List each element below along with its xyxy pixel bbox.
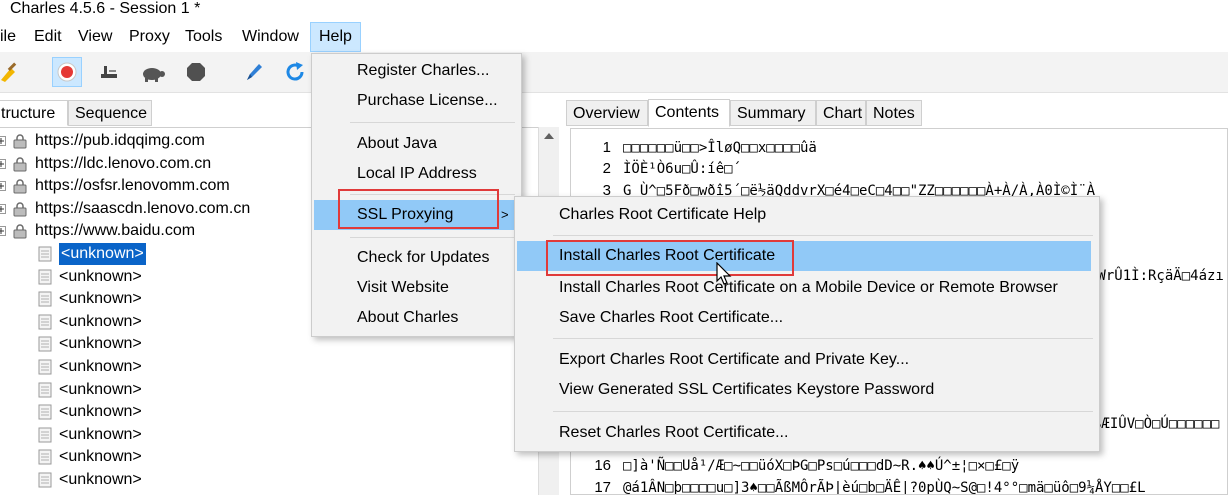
record-button[interactable] [52, 57, 82, 87]
document-icon [38, 427, 52, 443]
document-icon [38, 404, 52, 420]
ssl-proxying-submenu: Charles Root Certificate Help Install Ch… [514, 196, 1100, 452]
document-icon [38, 449, 52, 465]
menu-item-register[interactable]: Register Charles... [357, 56, 490, 86]
menu-item-save-root-cert[interactable]: Save Charles Root Certificate... [559, 303, 783, 333]
document-icon [38, 314, 52, 330]
menu-item-install-on-mobile[interactable]: Install Charles Root Certificate on a Mo… [559, 273, 1058, 303]
menu-separator [350, 237, 515, 238]
document-icon [38, 336, 52, 352]
child-label: <unknown> [59, 335, 142, 353]
menu-item-view-keystore-password[interactable]: View Generated SSL Certificates Keystore… [559, 375, 934, 405]
child-label: <unknown> [59, 312, 142, 330]
throttle-icon[interactable] [94, 57, 124, 87]
expand-toggle-icon[interactable] [0, 158, 6, 169]
menu-item-about-charles[interactable]: About Charles [357, 303, 458, 333]
child-label: <unknown> [58, 242, 147, 266]
menu-item-local-ip[interactable]: Local IP Address [357, 159, 477, 189]
host-label: https://ldc.lenovo.com.cn [35, 154, 212, 172]
menu-item-purchase-license[interactable]: Purchase License... [357, 86, 498, 116]
host-label: https://pub.idqqimg.com [35, 132, 205, 149]
menu-separator [350, 122, 515, 123]
expand-toggle-icon[interactable] [0, 136, 6, 146]
turtle-icon[interactable] [138, 57, 168, 87]
menu-file[interactable]: ile [0, 22, 24, 52]
tab-notes[interactable]: Notes [866, 100, 922, 126]
document-icon [38, 246, 52, 262]
menu-help[interactable]: Help [310, 22, 361, 52]
tab-overview[interactable]: Overview [566, 100, 648, 126]
code-line: □]à'Ñ□□Uå¹/Æ□~□□üóX□ÞG□Ps□ú□□□dD~R.♠♠Ú^±… [623, 458, 1020, 474]
child-label: <unknown> [59, 471, 142, 488]
lock-icon [13, 224, 27, 239]
line-number: 2 [602, 160, 611, 177]
annotation-highlight-install-cert [546, 240, 794, 276]
document-icon [38, 359, 52, 375]
menu-item-reset-root-cert[interactable]: Reset Charles Root Certificate... [559, 418, 788, 448]
menu-separator [553, 235, 1093, 236]
menu-separator [553, 338, 1093, 339]
code-line-fragment: $ÆIÛV□Ò□Ú□□□□□□ [1093, 416, 1220, 432]
mouse-cursor-icon [716, 262, 732, 285]
child-label: <unknown> [59, 380, 142, 398]
tab-structure[interactable]: tructure [0, 100, 68, 126]
child-label: <unknown> [59, 358, 142, 375]
document-icon [38, 291, 52, 307]
expand-toggle-icon[interactable] [0, 203, 6, 214]
menu-separator [553, 411, 1093, 412]
refresh-icon[interactable] [280, 57, 310, 87]
broom-icon[interactable] [0, 57, 24, 87]
child-label: <unknown> [59, 403, 142, 421]
host-label: https://saascdn.lenovo.com.cn [35, 199, 251, 217]
toolbar [0, 52, 1228, 93]
menu-item-root-cert-help[interactable]: Charles Root Certificate Help [559, 200, 766, 230]
menu-item-export-root-cert[interactable]: Export Charles Root Certificate and Priv… [559, 345, 909, 375]
document-icon [38, 472, 52, 488]
lock-icon [13, 202, 27, 217]
menu-item-visit-website[interactable]: Visit Website [357, 273, 449, 303]
tab-contents[interactable]: Contents [648, 99, 730, 127]
pen-icon[interactable] [239, 57, 269, 87]
menu-bar: ile Edit View Proxy Tools Window Help [0, 22, 1228, 52]
code-line: □□□□□□ü□□>ÎløQ□□x□□□□ûä [623, 140, 817, 156]
menu-edit[interactable]: Edit [26, 22, 70, 52]
menu-view[interactable]: View [70, 22, 120, 52]
right-tab-bar: Overview Contents Summary Chart Notes [566, 99, 1228, 127]
expand-toggle-icon[interactable] [0, 226, 6, 237]
lock-icon [13, 134, 27, 149]
tab-sequence[interactable]: Sequence [68, 100, 152, 126]
lock-icon [13, 179, 27, 194]
menu-tools[interactable]: Tools [177, 22, 230, 52]
menu-item-check-updates[interactable]: Check for Updates [357, 243, 490, 273]
chevron-right-icon: > [501, 207, 509, 222]
child-label: <unknown> [59, 290, 142, 308]
child-label: <unknown> [59, 267, 142, 285]
code-line: ÌÖÈ¹Ò6u□Û:íê□´ [623, 161, 742, 177]
tab-summary[interactable]: Summary [730, 100, 816, 126]
expand-toggle-icon[interactable] [0, 181, 6, 192]
line-number: 17 [594, 479, 611, 495]
line-number: 1 [602, 139, 611, 156]
menu-item-about-java[interactable]: About Java [357, 129, 437, 159]
host-label: https://osfsr.lenovomm.com [35, 177, 230, 195]
stop-icon[interactable] [181, 57, 211, 87]
child-label: <unknown> [59, 448, 142, 466]
menu-window[interactable]: Window [234, 22, 307, 52]
window-title: Charles 4.5.6 - Session 1 * [10, 0, 201, 17]
document-icon [38, 382, 52, 398]
host-label: https://www.baidu.com [35, 222, 196, 240]
annotation-highlight-ssl-proxying [338, 189, 499, 229]
code-line: @á1ÂN□þ□□□□u□]3♠□□ÃßMÔrÃÞ|èú□b□ÄÊ|?0pÙQ~… [623, 480, 1146, 495]
tab-chart[interactable]: Chart [816, 100, 866, 126]
title-bar: Charles 4.5.6 - Session 1 * [0, 0, 1228, 22]
code-line-fragment: ²WrÛ1Ì:RçäÄ□4ázı [1089, 268, 1224, 284]
line-number: 16 [594, 457, 611, 474]
child-label: <unknown> [59, 425, 142, 443]
document-icon [38, 269, 52, 285]
lock-icon [13, 156, 27, 172]
menu-proxy[interactable]: Proxy [121, 22, 178, 52]
